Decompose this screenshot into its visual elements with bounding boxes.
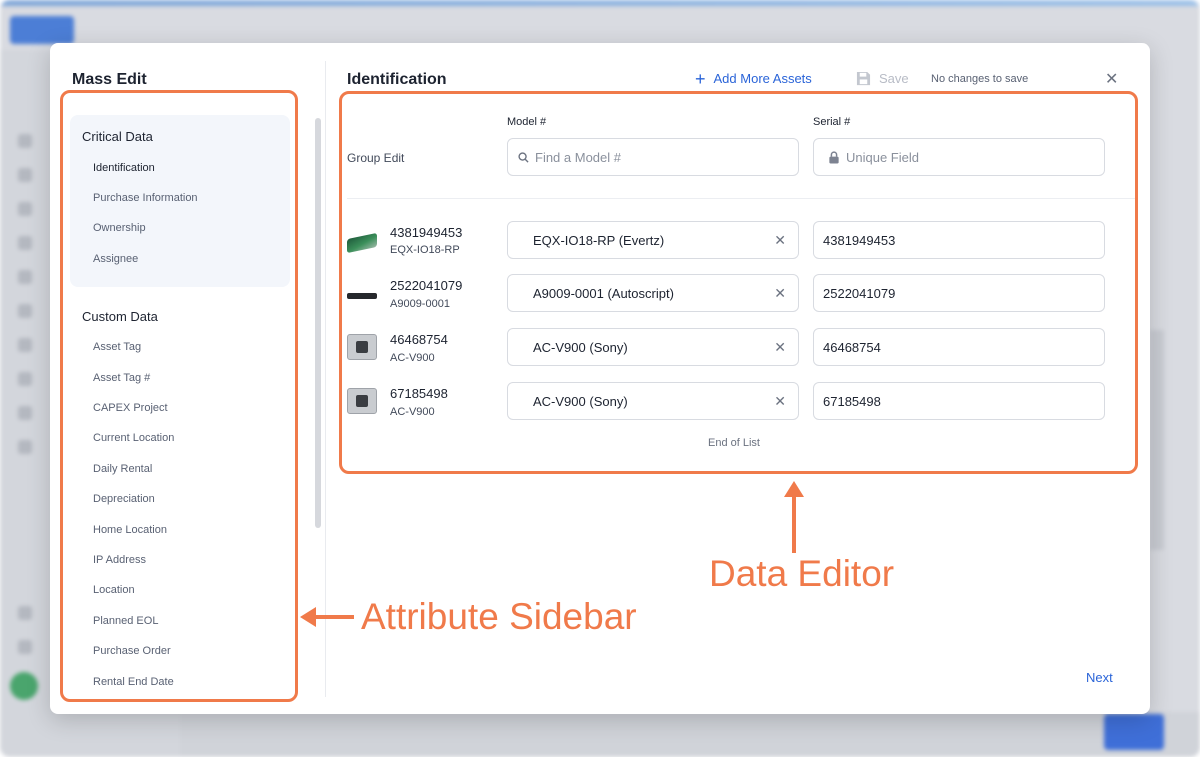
save-label: Save xyxy=(879,71,909,86)
background-nav-icon xyxy=(18,338,32,352)
background-bottombar xyxy=(180,712,1200,757)
background-nav-icon xyxy=(18,304,32,318)
background-primary-button xyxy=(1104,714,1164,750)
background-nav-icon xyxy=(18,134,32,148)
background-card-edge xyxy=(1150,330,1164,550)
background-nav-icon xyxy=(18,406,32,420)
attribute-sidebar-label: Attribute Sidebar xyxy=(361,596,637,637)
close-icon[interactable]: ✕ xyxy=(1105,69,1118,89)
sidebar-scrollbar[interactable] xyxy=(315,118,321,528)
background-avatar xyxy=(10,672,38,700)
modal-title: Mass Edit xyxy=(72,71,147,88)
background-nav-icon xyxy=(18,372,32,386)
background-nav-icon xyxy=(18,440,32,454)
sidebar-arrow-line xyxy=(314,615,354,619)
panel-divider xyxy=(325,61,326,697)
next-button[interactable]: Next xyxy=(1086,670,1113,685)
background-nav-icon xyxy=(18,236,32,250)
attribute-sidebar-highlight xyxy=(60,90,298,702)
background-nav-icon xyxy=(18,168,32,182)
background-nav-icon xyxy=(18,640,32,654)
save-button[interactable]: Save xyxy=(856,71,909,86)
data-editor-label: Data Editor xyxy=(709,553,895,594)
background-nav-icon xyxy=(18,202,32,216)
background-logo xyxy=(10,16,74,44)
add-more-assets-button[interactable]: + Add More Assets xyxy=(695,68,812,89)
add-more-assets-label: Add More Assets xyxy=(713,71,812,86)
background-nav-icon xyxy=(18,606,32,620)
background-nav-icon xyxy=(18,270,32,284)
save-status: No changes to save xyxy=(931,73,1029,85)
editor-arrow-line xyxy=(792,495,796,553)
plus-icon: + xyxy=(695,68,706,89)
floppy-disk-icon xyxy=(856,71,871,86)
data-editor-highlight xyxy=(339,91,1138,474)
background-topbar xyxy=(0,0,1200,6)
section-title: Identification xyxy=(347,71,447,88)
